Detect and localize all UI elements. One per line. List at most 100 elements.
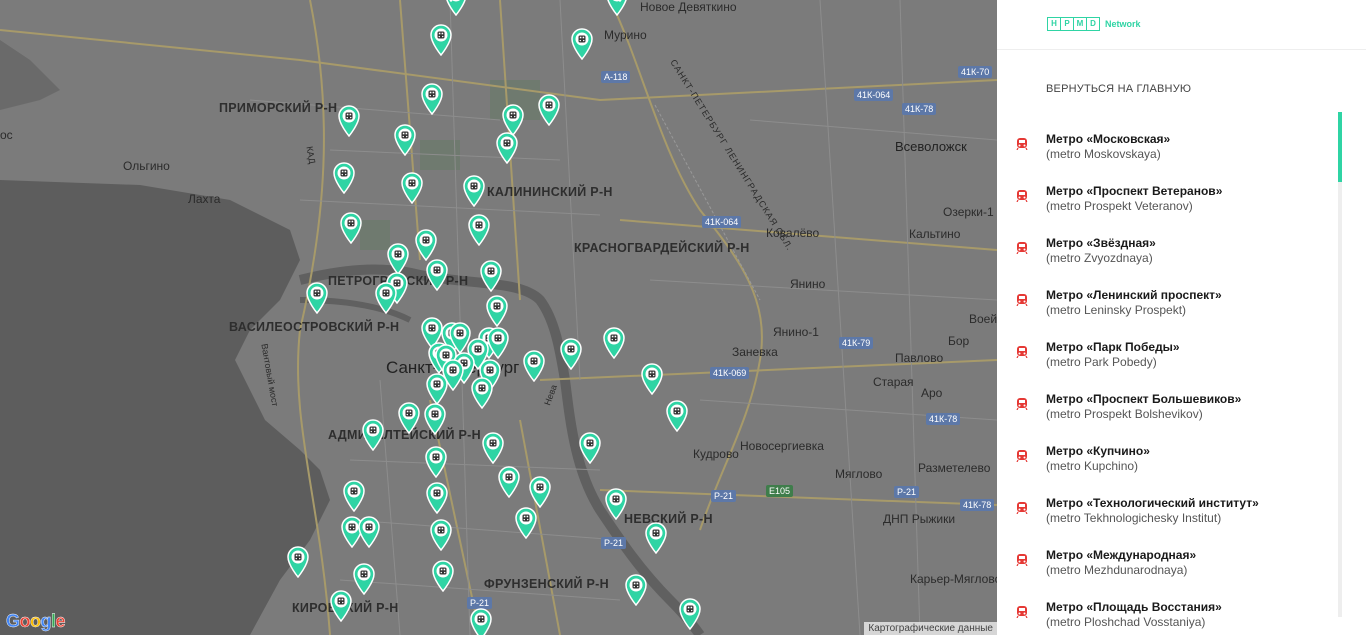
map-pin-icon[interactable] — [342, 480, 366, 512]
metro-list-item[interactable]: Метро «Московская» (metro Moskovskaya) — [997, 112, 1337, 164]
metro-item-title: Метро «Проспект Большевиков» — [1046, 392, 1242, 406]
map-label: Павлово — [895, 351, 944, 365]
map-pin-icon[interactable] — [608, 0, 632, 2]
metro-list-item[interactable]: Метро «Технологический институт» (metro T… — [997, 476, 1337, 528]
map-pin-icon[interactable] — [337, 105, 361, 137]
metro-item-subtitle: (metro Ploshchad Vosstaniya) — [1046, 615, 1206, 629]
scrollbar-thumb[interactable] — [1338, 112, 1342, 182]
map-pin-icon[interactable] — [424, 446, 448, 478]
road-shield: 41К-78 — [926, 413, 961, 425]
map-canvas[interactable]: Новое Девяткино Мурино ПРИМОРСКИЙ Р-Н ос… — [0, 0, 997, 635]
metro-list-item[interactable]: Метро «Звёздная» (metro Zvyozdnaya) — [997, 216, 1337, 268]
metro-list-item[interactable]: Метро «Купчино» (metro Kupchino) — [997, 424, 1337, 476]
map-pin-icon[interactable] — [624, 574, 648, 606]
map-pin-icon[interactable] — [470, 377, 494, 409]
metro-item-subtitle: (metro Moskovskaya) — [1046, 147, 1161, 161]
metro-list-item[interactable]: Метро «Проспект Большевиков» (metro Prosp… — [997, 372, 1337, 424]
road-shield: 41К-064 — [854, 89, 894, 101]
map-pin-icon[interactable] — [522, 350, 546, 382]
road-shield: 41К-78 — [902, 103, 937, 115]
map-label: Карьер-Мяглово — [910, 572, 997, 586]
road-shield: Р-21 — [711, 490, 737, 502]
map-pin-icon[interactable] — [481, 432, 505, 464]
map-pin-icon[interactable] — [305, 282, 329, 314]
map-pin-icon[interactable] — [604, 488, 628, 520]
map-label: Старая — [873, 375, 914, 389]
metro-item-subtitle: (metro Prospekt Bolshevikov) — [1046, 407, 1203, 421]
map-pin-icon[interactable] — [397, 402, 421, 434]
map-pin-icon[interactable] — [665, 400, 689, 432]
map-pin-icon[interactable] — [420, 83, 444, 115]
metro-list-item[interactable]: Метро «Международная» (metro Mezhdunarodn… — [997, 528, 1337, 580]
map-pin-icon[interactable] — [439, 0, 463, 2]
metro-item-subtitle: (metro Tekhnologichesky Institut) — [1046, 511, 1222, 525]
map-pin-icon[interactable] — [286, 546, 310, 578]
map-copyright[interactable]: Картографические данные — [864, 622, 997, 635]
map-pin-icon[interactable] — [644, 522, 668, 554]
metro-train-icon — [1016, 138, 1028, 150]
metro-item-title: Метро «Парк Победы» — [1046, 340, 1180, 354]
map-pin-icon[interactable] — [423, 403, 447, 435]
map-pin-icon[interactable] — [339, 212, 363, 244]
map-pin-icon[interactable] — [514, 507, 538, 539]
map-label: ДНП Рыжики — [883, 512, 956, 526]
map-pin-icon[interactable] — [425, 373, 449, 405]
map-pin-icon[interactable] — [429, 24, 453, 56]
metro-item-title: Метро «Площадь Восстания» — [1046, 600, 1222, 614]
google-letter: e — [55, 611, 66, 631]
map-pin-icon[interactable] — [429, 519, 453, 551]
map-pin-icon[interactable] — [605, 0, 629, 16]
map-pin-icon[interactable] — [332, 162, 356, 194]
map-pin-icon[interactable] — [425, 482, 449, 514]
metro-list[interactable]: Метро «Московская» (metro Moskovskaya) Мет… — [997, 112, 1366, 635]
panel-header: Н Р М D Network — [997, 0, 1366, 50]
map-pin-icon[interactable] — [578, 432, 602, 464]
map-pin-icon[interactable] — [357, 516, 381, 548]
map-label: Мурино — [604, 28, 647, 42]
map-pin-icon[interactable] — [462, 175, 486, 207]
map-pin-icon[interactable] — [444, 0, 468, 16]
map-label: Озерки-1 — [943, 205, 994, 219]
map-pin-icon[interactable] — [495, 132, 519, 164]
map-pin-icon[interactable] — [469, 608, 493, 635]
logo-letter: Н — [1048, 18, 1061, 30]
map-pin-icon[interactable] — [678, 598, 702, 630]
map-pin-icon[interactable] — [528, 476, 552, 508]
map-pin-icon[interactable] — [361, 419, 385, 451]
map-pin-icon[interactable] — [559, 338, 583, 370]
map-pin-icon[interactable] — [431, 560, 455, 592]
metro-list-item[interactable]: Метро «Площадь Восстания» (metro Ploshcha… — [997, 580, 1337, 632]
list-scrollbar[interactable] — [1338, 112, 1342, 617]
brand-logo[interactable]: Н Р М D Network — [1047, 17, 1141, 31]
map-pin-icon[interactable] — [479, 260, 503, 292]
map-pin-icon[interactable] — [393, 124, 417, 156]
map-label: Бор — [948, 334, 970, 348]
map-pin-icon[interactable] — [352, 563, 376, 595]
map-pin-icon[interactable] — [400, 172, 424, 204]
metro-item-subtitle: (metro Mezhdunarodnaya) — [1046, 563, 1188, 577]
map-pin-icon[interactable] — [414, 229, 438, 261]
map-pin-icon[interactable] — [570, 28, 594, 60]
map-pin-icon[interactable] — [374, 282, 398, 314]
metro-list-item[interactable]: Метро «Парк Победы» (metro Park Pobedy) — [997, 320, 1337, 372]
map-pin-icon[interactable] — [497, 466, 521, 498]
map-pin-icon[interactable] — [329, 590, 353, 622]
map-pin-icon[interactable] — [485, 295, 509, 327]
back-to-home-link[interactable]: ВЕРНУТЬСЯ НА ГЛАВНУЮ — [1046, 83, 1191, 95]
metro-list-item[interactable]: Метро «Ленинский проспект» (metro Leninsk… — [997, 268, 1337, 320]
map-pin-icon[interactable] — [537, 94, 561, 126]
map-pin-icon[interactable] — [386, 243, 410, 275]
metro-train-icon — [1016, 606, 1028, 618]
metro-item-title: Метро «Купчино» — [1046, 444, 1150, 458]
map-pin-icon[interactable] — [467, 214, 491, 246]
metro-item-title: Метро «Московская» — [1046, 132, 1171, 146]
map-pin-icon[interactable] — [425, 259, 449, 291]
metro-item-title: Метро «Международная» — [1046, 548, 1197, 562]
metro-list-item[interactable]: Метро «Проспект Ветеранов» (metro Prospek… — [997, 164, 1337, 216]
map-pin-icon[interactable] — [640, 363, 664, 395]
map-label: ПРИМОРСКИЙ Р-Н — [219, 101, 338, 115]
metro-item-title: Метро «Проспект Ветеранов» — [1046, 184, 1223, 198]
road-shield: 41К-78 — [960, 499, 995, 511]
map-pin-icon[interactable] — [602, 327, 626, 359]
road-shield: Р-21 — [601, 537, 627, 549]
